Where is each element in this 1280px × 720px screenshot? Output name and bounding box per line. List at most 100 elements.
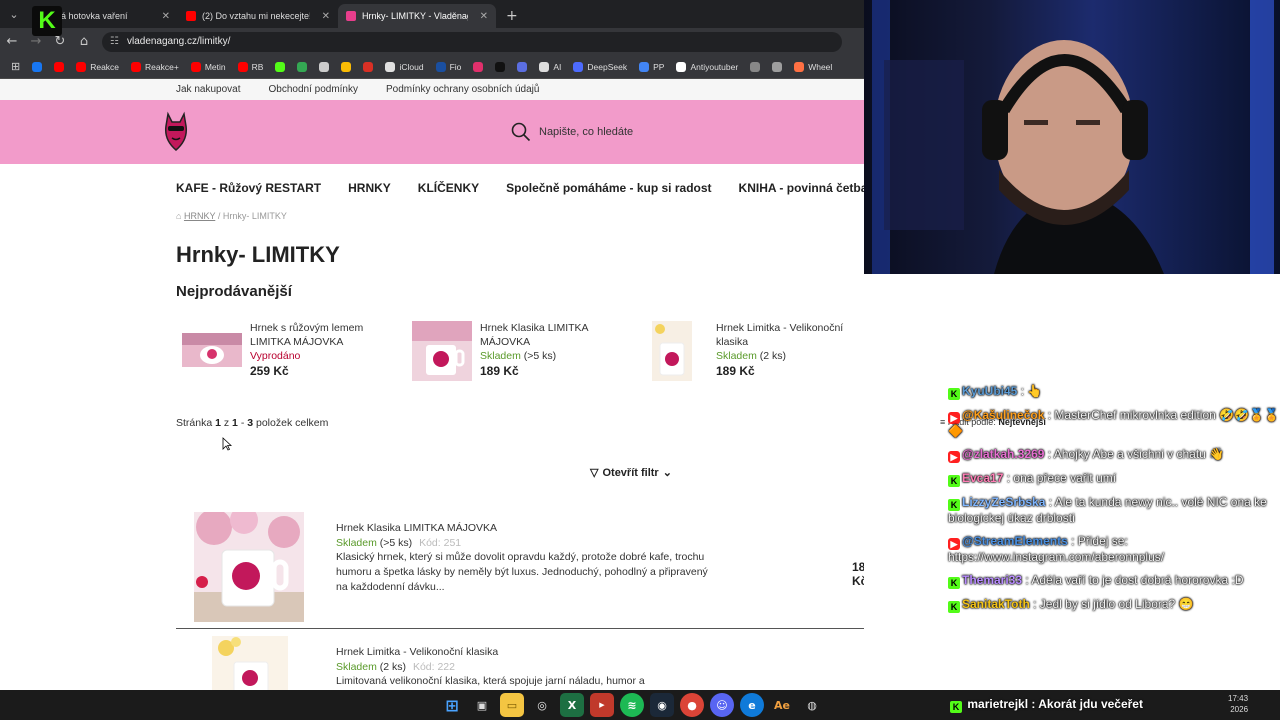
mouse-cursor-icon bbox=[222, 437, 232, 451]
bookmark-item[interactable]: AI bbox=[534, 61, 566, 72]
bookmark-item[interactable] bbox=[358, 61, 378, 72]
bookmark-item[interactable] bbox=[336, 61, 356, 72]
browser-tab[interactable]: (2) Do vztahu mi nekecejte! Adı ✕ bbox=[178, 4, 338, 28]
bookmark-item[interactable]: PP bbox=[634, 61, 669, 72]
bookmark-item[interactable]: DeepSeek bbox=[568, 61, 632, 72]
nav-link-privacy[interactable]: Podmínky ochrany osobních údajů bbox=[386, 84, 539, 95]
start-icon[interactable]: ⊞ bbox=[440, 693, 464, 717]
product-thumbnail[interactable] bbox=[182, 333, 242, 367]
product-image[interactable] bbox=[194, 512, 304, 622]
excel-icon[interactable]: X bbox=[560, 693, 584, 717]
video-editor-icon[interactable]: ▶ bbox=[590, 693, 614, 717]
bestseller-item[interactable]: Hrnek Limitka - Velikonoční klasika Skla… bbox=[652, 321, 862, 385]
bookmark-favicon-icon bbox=[539, 61, 550, 72]
product-name[interactable]: Hrnek Klasika LIMITKA MÁJOVKA bbox=[480, 321, 622, 349]
bookmark-favicon-icon bbox=[363, 61, 374, 72]
search-box[interactable]: Napište, co hledáte bbox=[511, 122, 633, 142]
product-description: Klasický hrnek, který si může dovolit op… bbox=[336, 551, 708, 593]
close-tab-icon[interactable]: ✕ bbox=[162, 11, 170, 22]
close-tab-icon[interactable]: ✕ bbox=[322, 11, 330, 22]
kick-logo-icon: K bbox=[32, 6, 62, 36]
breadcrumb-link-hrnky[interactable]: HRNKY bbox=[184, 211, 215, 221]
bookmark-item[interactable]: iCloud bbox=[380, 61, 428, 72]
site-logo-icon[interactable] bbox=[162, 110, 190, 152]
bookmark-favicon-icon bbox=[297, 61, 308, 72]
nav-kniha[interactable]: KNIHA - povinná četba bbox=[739, 181, 864, 195]
app-icon[interactable]: ◎ bbox=[530, 693, 554, 717]
bookmark-item[interactable] bbox=[314, 61, 334, 72]
bookmark-favicon-icon bbox=[676, 61, 687, 72]
chat-username: @StreamElements bbox=[962, 534, 1068, 548]
edge-icon[interactable]: e bbox=[740, 693, 764, 717]
product-name[interactable]: Hrnek Klasika LIMITKA MÁJOVKA bbox=[336, 522, 716, 534]
nav-klicenky[interactable]: KLÍČENKY bbox=[418, 181, 479, 195]
bookmark-item[interactable] bbox=[292, 61, 312, 72]
product-name[interactable]: Hrnek Limitka - Velikonoční klasika bbox=[716, 321, 862, 349]
nav-link-terms[interactable]: Obchodní podmínky bbox=[269, 84, 359, 95]
bookmark-favicon-icon bbox=[341, 61, 352, 72]
nav-kafe[interactable]: KAFE - Růžový RESTART bbox=[176, 181, 321, 195]
breadcrumb-home-icon[interactable]: ⌂ bbox=[176, 211, 181, 221]
site-info-icon[interactable]: ☷ bbox=[110, 36, 119, 47]
chat-message: K Evca17 : ona přece vařit umí bbox=[948, 471, 1280, 487]
bookmark-item[interactable] bbox=[512, 61, 532, 72]
youtube-badge-icon: ▶ bbox=[948, 451, 960, 463]
bookmark-item[interactable]: RB bbox=[233, 61, 269, 72]
product-thumbnail[interactable] bbox=[412, 321, 472, 381]
nav-spolecne-pomahame[interactable]: Společně pomáháme - kup si radost bbox=[506, 181, 711, 195]
new-tab-button[interactable]: + bbox=[496, 4, 528, 28]
discord-icon[interactable]: ☺ bbox=[710, 693, 734, 717]
open-filter-button[interactable]: ▽ Otevřít filtr ⌄ bbox=[590, 466, 672, 480]
bookmark-item[interactable] bbox=[468, 61, 488, 72]
app-icon[interactable]: Ae bbox=[770, 693, 794, 717]
steam-icon[interactable]: ◉ bbox=[650, 693, 674, 717]
address-bar[interactable]: ☷ vladenagang.cz/limitky/ bbox=[102, 31, 842, 52]
bookmark-item[interactable] bbox=[745, 61, 765, 72]
chat-username: KyuUbi45 bbox=[962, 384, 1018, 398]
obs-icon[interactable]: ◍ bbox=[800, 693, 824, 717]
product-list-item[interactable]: Hrnek Klasika LIMITKA MÁJOVKA Skladem (>… bbox=[176, 512, 864, 628]
file-explorer-icon[interactable]: ▭ bbox=[500, 693, 524, 717]
nav-link-how-to-buy[interactable]: Jak nakupovat bbox=[176, 84, 241, 95]
chat-message: K LizzyZeSrbska : Ale ta kunda newy nic..… bbox=[948, 495, 1267, 525]
product-image[interactable] bbox=[212, 636, 288, 690]
product-list-item[interactable]: Hrnek Limitka - Velikonoční klasika Skla… bbox=[176, 636, 864, 690]
close-tab-icon[interactable]: ✕ bbox=[480, 11, 488, 22]
browser-tab-active[interactable]: Hrnky- LIMITKY - Vladěnagang ✕ bbox=[338, 4, 496, 28]
bestseller-item[interactable]: Hrnek Klasika LIMITKA MÁJOVKA Skladem (>… bbox=[412, 321, 622, 385]
chat-username: SanitakToth bbox=[962, 597, 1030, 611]
chat-last-message: K marietrejkl : Akorát jdu večeřet bbox=[950, 697, 1143, 713]
product-thumbnail[interactable] bbox=[652, 321, 692, 381]
bookmark-item[interactable]: Wheel bbox=[789, 61, 837, 72]
bookmark-item[interactable]: Fio bbox=[431, 61, 467, 72]
spotify-icon[interactable]: ≋ bbox=[620, 693, 644, 717]
bookmark-item[interactable] bbox=[767, 61, 787, 72]
nav-hrnky[interactable]: HRNKY bbox=[348, 181, 391, 195]
bookmark-favicon-icon bbox=[517, 61, 528, 72]
product-code: Kód: 251 bbox=[419, 537, 462, 549]
tab-search-button[interactable]: ⌄ bbox=[0, 0, 28, 28]
back-arrow-icon[interactable]: ← bbox=[0, 30, 24, 54]
task-view-icon[interactable]: ▣ bbox=[470, 693, 494, 717]
bookmark-item[interactable] bbox=[490, 61, 510, 72]
product-price: 189 Kč bbox=[716, 364, 755, 378]
product-name[interactable]: Hrnek Limitka - Velikonoční klasika bbox=[336, 646, 716, 658]
apps-grid-icon[interactable]: ⊞ bbox=[6, 60, 25, 73]
bookmark-favicon-icon bbox=[385, 61, 396, 72]
chrome-icon[interactable]: ● bbox=[680, 693, 704, 717]
bookmark-item[interactable]: Reakce bbox=[71, 61, 124, 72]
bookmark-item[interactable] bbox=[27, 61, 47, 72]
bookmark-item[interactable] bbox=[49, 61, 69, 72]
bookmark-favicon-icon bbox=[76, 61, 87, 72]
bookmarks-bar: ⊞ Reakce Reakce+ Metin RB iCloud Fio AI DeepSee… bbox=[0, 55, 864, 79]
search-icon bbox=[511, 122, 531, 142]
chat-text: Ahojky Abe a všichni v chatu 👋 bbox=[1053, 447, 1225, 461]
home-icon[interactable]: ⌂ bbox=[72, 30, 96, 54]
bookmark-item[interactable]: Antiyoutuber bbox=[671, 61, 743, 72]
breadcrumb-current: Hrnky- LIMITKY bbox=[222, 211, 287, 221]
bookmark-item[interactable]: Metin bbox=[186, 61, 231, 72]
bookmark-item[interactable] bbox=[270, 61, 290, 72]
bestseller-item[interactable]: Hrnek s růžovým lemem LIMITKA MÁJOVKA Vy… bbox=[182, 321, 392, 385]
bookmark-item[interactable]: Reakce+ bbox=[126, 61, 184, 72]
product-name[interactable]: Hrnek s růžovým lemem LIMITKA MÁJOVKA bbox=[250, 321, 392, 349]
